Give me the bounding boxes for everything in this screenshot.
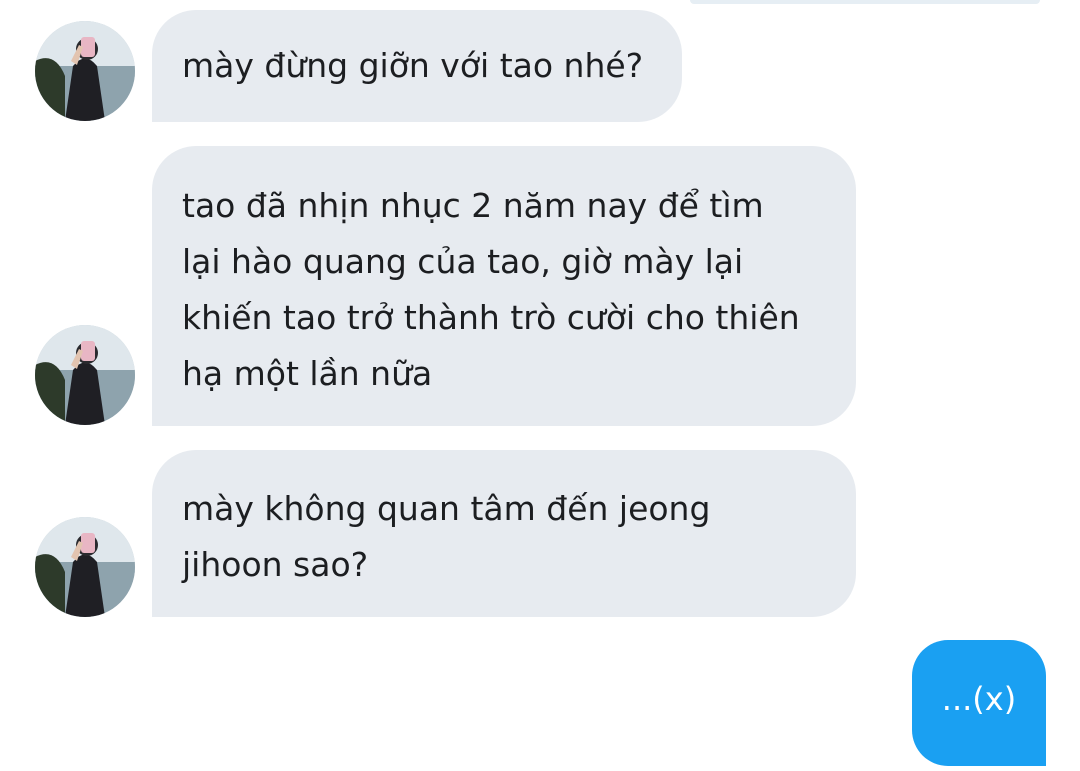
message-bubble-outgoing[interactable]: ...(x) xyxy=(912,640,1046,766)
avatar[interactable] xyxy=(35,21,135,121)
message-text-line: lại hào quang của tao, giờ mày lại xyxy=(182,242,744,281)
message-text-line: tao đã nhịn nhục 2 năm nay để tìm xyxy=(182,186,764,225)
message-text-line: khiến tao trở thành trò cười cho thiên xyxy=(182,298,800,337)
message-bubble-incoming[interactable]: tao đã nhịn nhục 2 năm nay để tìm lại hà… xyxy=(152,146,856,426)
message-bubble-incoming[interactable]: mày đừng giỡn với tao nhé? xyxy=(152,10,682,122)
message-text-line: hạ một lần nữa xyxy=(182,354,433,393)
message-text: ...(x) xyxy=(941,680,1017,718)
message-bubble-incoming[interactable]: mày không quan tâm đến jeong jihoon sao? xyxy=(152,450,856,617)
avatar[interactable] xyxy=(35,325,135,425)
message-text: mày đừng giỡn với tao nhé? xyxy=(182,46,644,85)
avatar[interactable] xyxy=(35,517,135,617)
message-text-line: mày không quan tâm đến jeong xyxy=(182,489,711,528)
previous-message-edge xyxy=(690,0,1040,4)
message-text-line: jihoon sao? xyxy=(182,545,369,584)
